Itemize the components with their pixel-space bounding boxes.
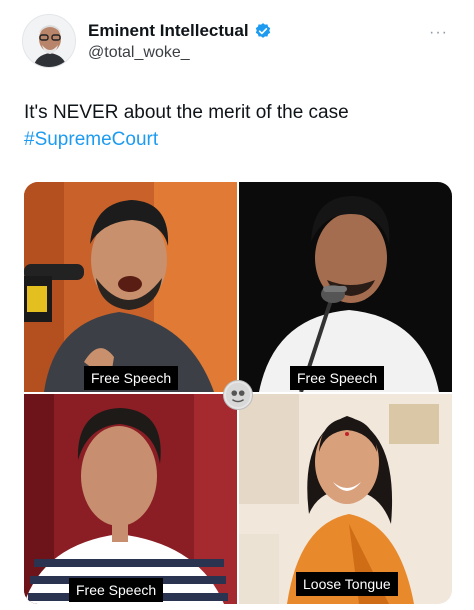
- display-name[interactable]: Eminent Intellectual: [88, 21, 249, 41]
- verified-badge-icon: [255, 23, 270, 38]
- media-grid[interactable]: Free Speech Free Speech Free Speech Loos…: [24, 182, 452, 604]
- media-tile-3[interactable]: Free Speech: [24, 394, 237, 604]
- avatar[interactable]: [22, 14, 76, 68]
- channel-logo-icon: [223, 380, 253, 410]
- hashtag-link[interactable]: #SupremeCourt: [24, 126, 444, 153]
- caption-2: Free Speech: [290, 366, 385, 390]
- photo-man-striped-shirt: [24, 394, 237, 604]
- user-handle[interactable]: @total_woke_: [88, 44, 272, 62]
- photo-man-speaking: [24, 182, 237, 392]
- tweet-body: It's NEVER about the merit of the case: [24, 102, 349, 123]
- caption-4: Loose Tongue: [296, 572, 398, 596]
- tweet-header: Eminent Intellectual @total_woke_ ···: [22, 14, 452, 70]
- media-tile-4[interactable]: Loose Tongue: [239, 394, 452, 604]
- caption-3: Free Speech: [69, 578, 164, 602]
- tweet-text: It's NEVER about the merit of the case #…: [24, 99, 444, 153]
- more-options-icon[interactable]: ···: [429, 24, 448, 42]
- photo-man-at-mic: [239, 182, 452, 392]
- media-tile-2[interactable]: Free Speech: [239, 182, 452, 392]
- media-tile-1[interactable]: Free Speech: [24, 182, 237, 392]
- caption-1: Free Speech: [84, 366, 179, 390]
